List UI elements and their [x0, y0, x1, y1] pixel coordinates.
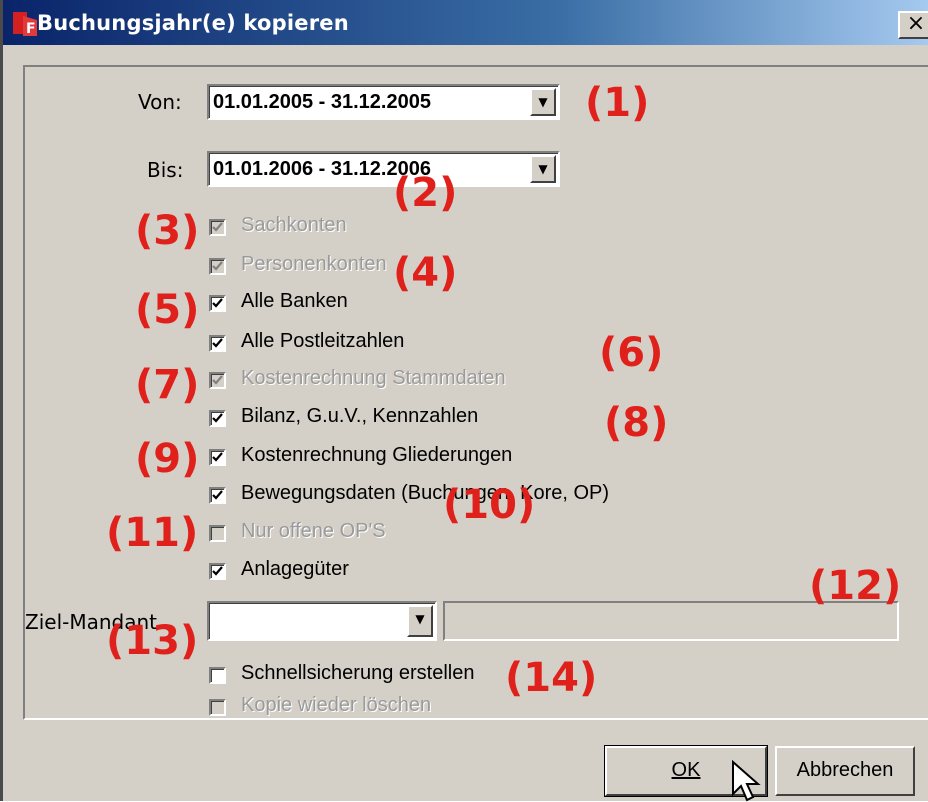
annotation-marker: (10): [443, 482, 536, 528]
bis-label: Bis:: [147, 158, 184, 182]
von-value: 01.01.2005 - 31.12.2005: [213, 91, 431, 113]
option-checkbox: [209, 258, 226, 275]
ok-button-label: OK: [671, 759, 701, 781]
checkmark-icon: [212, 413, 223, 423]
annotation-marker: (7): [135, 362, 200, 408]
checkmark-icon: [212, 375, 223, 385]
app-icon: F: [13, 12, 37, 36]
checkmark-icon: [212, 222, 223, 232]
checkmark-icon: [212, 338, 223, 348]
option-label: Alle Banken: [241, 290, 348, 312]
chevron-down-icon: ▼: [415, 612, 425, 626]
svg-text:F: F: [26, 21, 36, 36]
option-label: Kostenrechnung Gliederungen: [241, 444, 513, 466]
checkmark-icon: [212, 452, 223, 462]
option-checkbox[interactable]: [209, 487, 226, 504]
option-checkbox[interactable]: [209, 295, 226, 312]
mouse-cursor-icon: [732, 760, 761, 802]
annotation-marker: (1): [585, 80, 650, 126]
chevron-down-icon: ▼: [538, 95, 548, 109]
von-label: Von:: [138, 90, 182, 114]
option-label: Bilanz, G.u.V., Kennzahlen: [241, 405, 479, 427]
von-select[interactable]: 01.01.2005 - 31.12.2005 ▼: [207, 84, 560, 120]
option-checkbox: [209, 372, 226, 389]
title-bar[interactable]: F Buchungsjahr(e) kopieren ×: [3, 0, 928, 45]
option-label: Anlagegüter: [241, 558, 349, 580]
option-checkbox: [209, 525, 226, 542]
cancel-button-label: Abbrechen: [796, 759, 894, 781]
option-label: Kostenrechnung Stammdaten: [241, 367, 506, 389]
annotation-marker: (5): [135, 287, 200, 333]
extra-option-checkbox[interactable]: [209, 667, 226, 684]
bis-dropdown-button[interactable]: ▼: [530, 155, 556, 183]
checkmark-icon: [212, 298, 223, 308]
von-dropdown-button[interactable]: ▼: [530, 88, 556, 116]
bis-select[interactable]: 01.01.2006 - 31.12.2006 ▼: [207, 151, 560, 187]
extra-option-checkbox: [209, 699, 226, 716]
chevron-down-icon: ▼: [538, 162, 548, 176]
checkmark-icon: [212, 490, 223, 500]
option-label: Personenkonten: [241, 253, 387, 275]
option-checkbox: [209, 219, 226, 236]
option-checkbox[interactable]: [209, 335, 226, 352]
option-checkbox[interactable]: [209, 563, 226, 580]
ziel-mandant-dropdown-button[interactable]: ▼: [407, 605, 433, 637]
close-button[interactable]: ×: [898, 11, 928, 39]
close-icon: ×: [906, 11, 926, 36]
annotation-marker: (12): [809, 563, 902, 609]
option-checkbox[interactable]: [209, 449, 226, 466]
checkmark-icon: [212, 261, 223, 271]
option-label: Sachkonten: [241, 214, 347, 236]
annotation-marker: (6): [599, 330, 664, 376]
annotation-marker: (4): [393, 250, 458, 296]
option-label: Alle Postleitzahlen: [241, 330, 405, 352]
option-checkbox[interactable]: [209, 410, 226, 427]
ziel-mandant-select[interactable]: ▼: [207, 601, 437, 641]
extra-option-label: Schnellsicherung erstellen: [241, 662, 475, 684]
option-label: Nur offene OP'S: [241, 520, 386, 542]
annotation-marker: (2): [393, 170, 458, 216]
extra-option-label: Kopie wieder löschen: [241, 694, 432, 716]
option-label: Bewegungsdaten (Buchungen, Kore, OP): [241, 482, 610, 504]
window-title: Buchungsjahr(e) kopieren: [37, 11, 349, 35]
annotation-marker: (13): [106, 618, 199, 664]
annotation-marker: (9): [135, 436, 200, 482]
annotation-marker: (8): [604, 400, 669, 446]
dialog-window: F Buchungsjahr(e) kopieren × Von: 01.01.…: [0, 0, 928, 802]
annotation-marker: (11): [106, 510, 199, 556]
annotation-marker: (14): [505, 655, 598, 701]
annotation-marker: (3): [135, 208, 200, 254]
cancel-button[interactable]: Abbrechen: [775, 746, 915, 796]
checkmark-icon: [212, 566, 223, 576]
